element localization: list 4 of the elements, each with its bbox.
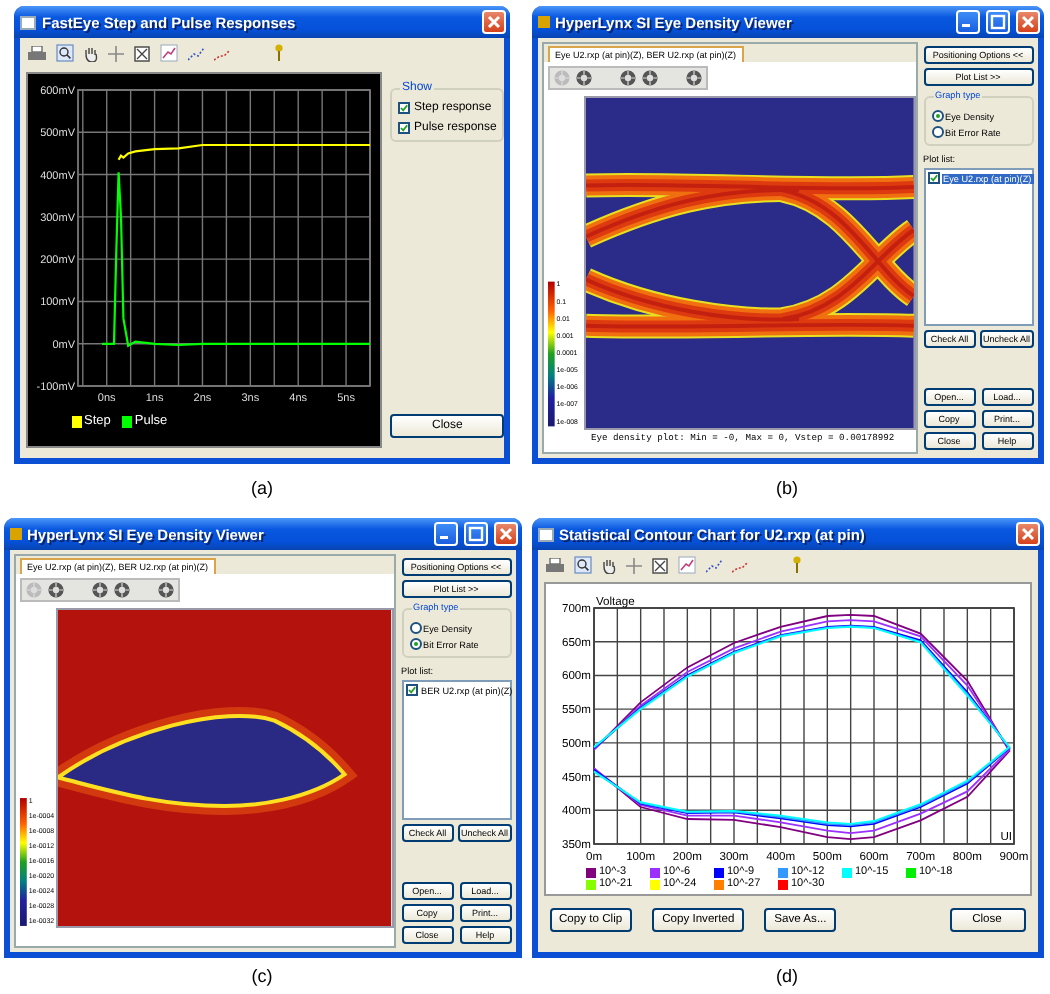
figure-caption: (b) (776, 478, 798, 498)
figure-caption: (d) (776, 966, 798, 986)
figure-caption: (a) (251, 478, 273, 498)
figure-caption: (c) (251, 966, 273, 986)
